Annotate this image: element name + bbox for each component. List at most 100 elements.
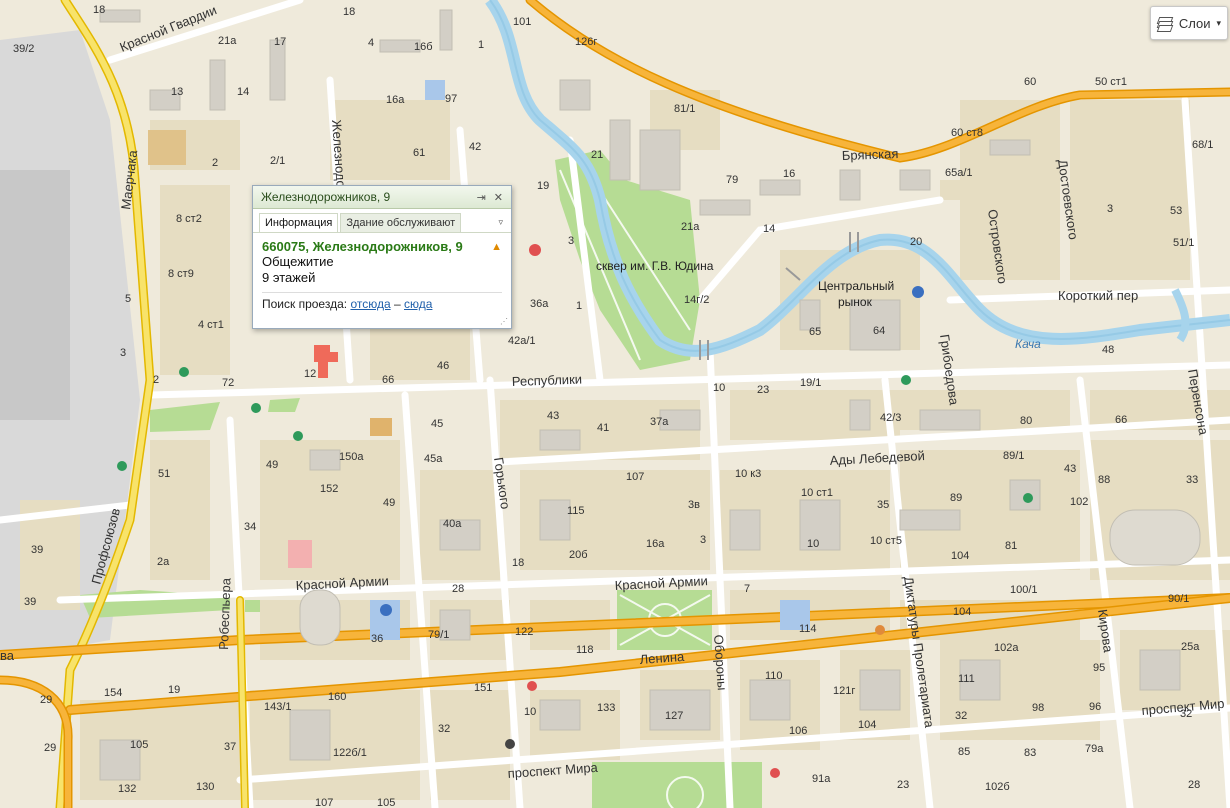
popup-address-row: 660075, Железнодорожников, 9 ▲	[262, 239, 502, 254]
house-number: 5	[125, 293, 131, 305]
house-number: 43	[1064, 463, 1076, 475]
house-number: 61	[413, 147, 425, 159]
house-number: 29	[40, 694, 52, 706]
tab-serviced-by[interactable]: Здание обслуживают	[340, 213, 462, 232]
river-label: Кача	[1015, 337, 1041, 351]
house-number: 104	[858, 719, 876, 731]
house-number: 42/3	[880, 412, 901, 424]
route-label: Поиск проезда:	[262, 297, 348, 311]
house-number: 8 ст2	[176, 213, 202, 225]
close-icon[interactable]: ✕	[494, 191, 503, 204]
house-number: 3	[700, 534, 706, 546]
house-number: 41	[597, 422, 609, 434]
house-number: 105	[130, 739, 148, 751]
layers-icon	[1156, 15, 1174, 32]
house-number: 65	[809, 326, 821, 338]
warning-icon[interactable]: ▲	[491, 241, 502, 253]
house-number: 10	[807, 538, 819, 550]
city-map[interactable]: Брянская Республики Ады Лебедевой Красно…	[0, 0, 1230, 808]
house-number: 126г	[575, 36, 597, 48]
house-number: 50 ст1	[1095, 76, 1127, 88]
house-number: 110	[765, 670, 783, 682]
house-number: 81/1	[674, 103, 695, 115]
house-number: 45а	[424, 453, 443, 465]
house-number: 3	[568, 235, 574, 247]
route-from-link[interactable]: отсюда	[350, 297, 390, 311]
house-number: 19/1	[800, 377, 821, 389]
house-number: 85	[958, 746, 970, 758]
house-number: 42	[469, 141, 481, 153]
popup-address: 660075, Железнодорожников, 9	[262, 239, 463, 254]
house-number: 80	[1020, 415, 1032, 427]
house-number: 43	[547, 410, 559, 422]
resize-grip-icon[interactable]: ⋰	[500, 317, 508, 326]
building-info-popup: Железнодорожников, 9 ⇥ ✕ Информация Здан…	[252, 185, 512, 329]
house-number: 48	[1102, 344, 1114, 356]
house-number: 37	[224, 741, 236, 753]
tab-information[interactable]: Информация	[259, 213, 339, 232]
house-number: 23	[897, 779, 909, 791]
route-to-link[interactable]: сюда	[404, 297, 432, 311]
house-number: 79а	[1085, 743, 1104, 755]
building-type: Общежитие	[262, 254, 334, 269]
house-number: 65а/1	[945, 167, 973, 179]
house-number: 14	[763, 223, 775, 235]
house-number: 36	[371, 633, 383, 645]
house-number: 150а	[339, 451, 364, 463]
house-number: 104	[951, 550, 969, 562]
house-number: 10 к3	[735, 468, 761, 480]
house-number: 102б	[985, 781, 1010, 793]
house-number: 42а/1	[508, 335, 536, 347]
house-number: 18	[93, 4, 105, 16]
house-number: 66	[1115, 414, 1127, 426]
house-number: 72	[222, 377, 234, 389]
house-number: 4 ст1	[198, 319, 224, 331]
house-number: 40а	[443, 518, 462, 530]
house-number: 14г/2	[684, 294, 709, 306]
chevron-down-icon[interactable]: ▿	[496, 213, 505, 232]
house-number: 115	[567, 505, 585, 517]
house-number: 23	[757, 384, 769, 396]
market-label-line2: рынок	[838, 295, 873, 309]
house-number: 2а	[157, 556, 170, 568]
house-number: 60 ст8	[951, 127, 983, 139]
house-number: 98	[1032, 702, 1044, 714]
house-number: 68/1	[1192, 139, 1213, 151]
route-search: Поиск проезда: отсюда – сюда	[262, 297, 502, 311]
pharmacy-icon	[901, 375, 911, 385]
house-number: 34	[244, 521, 256, 533]
school-icon	[912, 286, 924, 298]
house-number: 154	[104, 687, 122, 699]
house-number: 16	[783, 168, 795, 180]
house-number: 3	[1107, 203, 1113, 215]
house-number: 2/1	[270, 155, 285, 167]
house-number: 66	[382, 374, 394, 386]
street-lenina-west: ва	[0, 648, 15, 663]
house-number: 53	[1170, 205, 1182, 217]
house-number: 79/1	[428, 629, 449, 641]
house-number: 102а	[994, 642, 1019, 654]
cafe-icon	[875, 625, 885, 635]
house-number: 18	[343, 6, 355, 18]
house-number: 105	[377, 797, 395, 808]
pin-icon[interactable]: ⇥	[477, 191, 486, 204]
house-number: 16а	[646, 538, 665, 550]
house-number: 19	[537, 180, 549, 192]
house-number: 121г	[833, 685, 855, 697]
house-number: 114	[799, 623, 817, 635]
house-number: 122б/1	[333, 747, 367, 759]
house-number: 32	[1180, 708, 1192, 720]
house-number: 101	[513, 16, 531, 28]
house-number: 10 ст1	[801, 487, 833, 499]
house-number: 132	[118, 783, 136, 795]
house-number: 107	[626, 471, 644, 483]
house-number: 3	[120, 347, 126, 359]
house-number: 143/1	[264, 701, 292, 713]
house-number: 28	[1188, 779, 1200, 791]
house-number: 95	[1093, 662, 1105, 674]
house-number: 1	[576, 300, 582, 312]
hospital-icon	[527, 681, 537, 691]
house-number: 17	[274, 36, 286, 48]
layers-button[interactable]: Слои ▾	[1150, 6, 1228, 40]
house-number: 4	[368, 37, 374, 49]
